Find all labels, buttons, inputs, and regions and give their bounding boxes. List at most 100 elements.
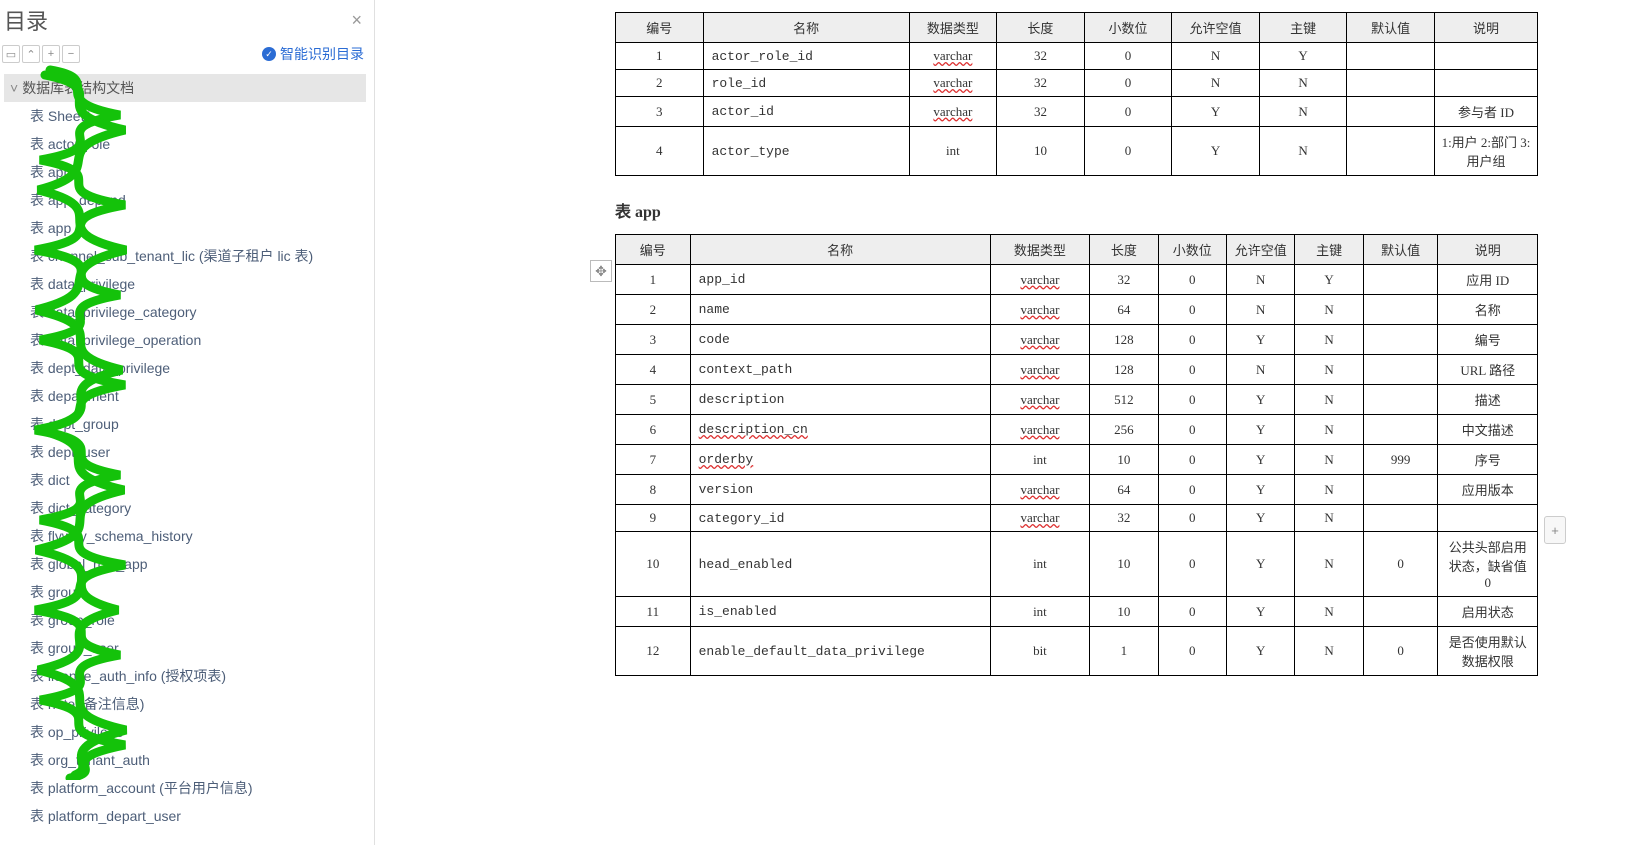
table-cell: URL 路径 — [1438, 355, 1538, 385]
table-cell: Y — [1259, 43, 1347, 70]
table-cell: N — [1259, 127, 1347, 176]
table-cell: 中文描述 — [1438, 415, 1538, 445]
col-header: 编号 — [616, 235, 691, 265]
table-cell: 名称 — [1438, 295, 1538, 325]
table-cell: varchar — [990, 385, 1090, 415]
tree-item[interactable]: 表 group_role — [30, 606, 366, 634]
tree-item[interactable]: 表 note (备注信息) — [30, 690, 366, 718]
table-cell: 0 — [1158, 597, 1226, 627]
table-cell — [1363, 295, 1438, 325]
table-cell: N — [1295, 295, 1363, 325]
toolbar-plus-icon[interactable]: + — [42, 45, 60, 63]
tree-item[interactable]: 表 platform_account (平台用户信息) — [30, 774, 366, 802]
tree-item[interactable]: 表 data_privilege_operation — [30, 326, 366, 354]
col-header: 允许空值 — [1227, 235, 1295, 265]
table-cell — [1363, 265, 1438, 295]
tree-item[interactable]: 表 dict — [30, 466, 366, 494]
table-cell: 128 — [1090, 325, 1158, 355]
col-header: 小数位 — [1084, 13, 1172, 43]
col-header: 说明 — [1438, 235, 1538, 265]
tree-item[interactable]: 表 actor_role — [30, 130, 366, 158]
sidebar-toolbar: ▭ ⌃ + − ✓ 智能识别目录 — [0, 38, 374, 74]
tree-item[interactable]: 表 global_role_app — [30, 550, 366, 578]
table-cell: description_cn — [690, 415, 990, 445]
smart-detect-link[interactable]: ✓ 智能识别目录 — [262, 44, 364, 64]
tree-item[interactable]: 表 group_user — [30, 634, 366, 662]
tree-item[interactable]: 表 data_privilege_category — [30, 298, 366, 326]
table-cell — [1438, 505, 1538, 532]
table-cell: 10 — [1090, 532, 1158, 597]
table-cell: 0 — [1363, 627, 1438, 676]
table-cell: 0 — [1158, 415, 1226, 445]
tree-item[interactable]: 表 dept_user — [30, 438, 366, 466]
table-cell: N — [1295, 385, 1363, 415]
move-handle-icon[interactable]: ✥ — [590, 260, 612, 282]
tree-item[interactable]: 表 org_tenant_auth — [30, 746, 366, 774]
table-cell: varchar — [990, 475, 1090, 505]
table-row: 12enable_default_data_privilegebit10YN0是… — [616, 627, 1538, 676]
tree-item[interactable]: 表 dict_category — [30, 494, 366, 522]
table-cell: 0 — [1158, 385, 1226, 415]
col-header: 数据类型 — [990, 235, 1090, 265]
tree-item[interactable]: 表 dept_group — [30, 410, 366, 438]
tree-item[interactable]: 表 Sheet1 — [30, 102, 366, 130]
col-header: 名称 — [690, 235, 990, 265]
table-cell: Y — [1227, 415, 1295, 445]
table-cell: 2 — [616, 295, 691, 325]
tree-item[interactable]: 表 app — [30, 158, 366, 186]
table-cell: code — [690, 325, 990, 355]
document-area: 编号名称数据类型长度小数位允许空值主键默认值说明 1actor_role_idv… — [555, 0, 1628, 845]
table-cell: head_enabled — [690, 532, 990, 597]
outline-tree: ˅ 数据库表结构文档 表 Sheet1表 actor_role表 app表 ap… — [0, 74, 374, 830]
tree-item[interactable]: 表 platform_depart_user — [30, 802, 366, 830]
tree-item[interactable]: 表 op_privilege — [30, 718, 366, 746]
tree-item[interactable]: 表 channel_sub_tenant_lic (渠道子租户 lic 表) — [30, 242, 366, 270]
tree-item[interactable]: 表 license_auth_info (授权项表) — [30, 662, 366, 690]
tree-item[interactable]: 表 data_privilege — [30, 270, 366, 298]
tree-item[interactable]: 表 group — [30, 578, 366, 606]
table-cell: 999 — [1363, 445, 1438, 475]
tree-item[interactable]: 表 app — [30, 214, 366, 242]
table-row: 10head_enabledint100YN0公共头部启用状态，缺省值 0 — [616, 532, 1538, 597]
table-row: 9category_idvarchar320YN — [616, 505, 1538, 532]
table-cell — [1347, 97, 1435, 127]
table-cell: 32 — [1090, 505, 1158, 532]
table-cell: N — [1295, 325, 1363, 355]
tree-item[interactable]: 表 flyway_schema_history — [30, 522, 366, 550]
col-header: 默认值 — [1363, 235, 1438, 265]
table-row: 2role_idvarchar320NN — [616, 70, 1538, 97]
table-cell: N — [1295, 532, 1363, 597]
table-cell: orderby — [690, 445, 990, 475]
close-icon[interactable]: × — [347, 10, 366, 31]
tree-item[interactable]: 表 department — [30, 382, 366, 410]
table-row: 2namevarchar640NN名称 — [616, 295, 1538, 325]
toolbar-minus-icon[interactable]: − — [62, 45, 80, 63]
table-cell: varchar — [909, 43, 997, 70]
table-cell: int — [990, 597, 1090, 627]
toolbar-icon-1[interactable]: ▭ — [2, 45, 20, 63]
sidebar-header: 目录 × — [0, 0, 374, 38]
table-cell: context_path — [690, 355, 990, 385]
tree-item[interactable]: 表 dept_data_privilege — [30, 354, 366, 382]
table-cell: description — [690, 385, 990, 415]
table-cell: 0 — [1158, 627, 1226, 676]
col-header: 数据类型 — [909, 13, 997, 43]
table-cell: 序号 — [1438, 445, 1538, 475]
table-cell: 9 — [616, 505, 691, 532]
add-button[interactable]: + — [1544, 516, 1566, 544]
tree-root[interactable]: ˅ 数据库表结构文档 — [4, 74, 366, 102]
table-cell: is_enabled — [690, 597, 990, 627]
table-cell: Y — [1227, 325, 1295, 355]
col-header: 小数位 — [1158, 235, 1226, 265]
table-cell: N — [1295, 475, 1363, 505]
table-cell: 应用 ID — [1438, 265, 1538, 295]
toolbar-icon-2[interactable]: ⌃ — [22, 45, 40, 63]
db-table-1: 编号名称数据类型长度小数位允许空值主键默认值说明 1actor_role_idv… — [615, 12, 1538, 176]
tree-item[interactable]: 表 app_depend — [30, 186, 366, 214]
table-cell: varchar — [990, 265, 1090, 295]
table-row: 8versionvarchar640YN应用版本 — [616, 475, 1538, 505]
table-cell: N — [1227, 295, 1295, 325]
table-cell — [1363, 597, 1438, 627]
table-row: 3actor_idvarchar320YN参与者 ID — [616, 97, 1538, 127]
table-cell: 参与者 ID — [1434, 97, 1537, 127]
